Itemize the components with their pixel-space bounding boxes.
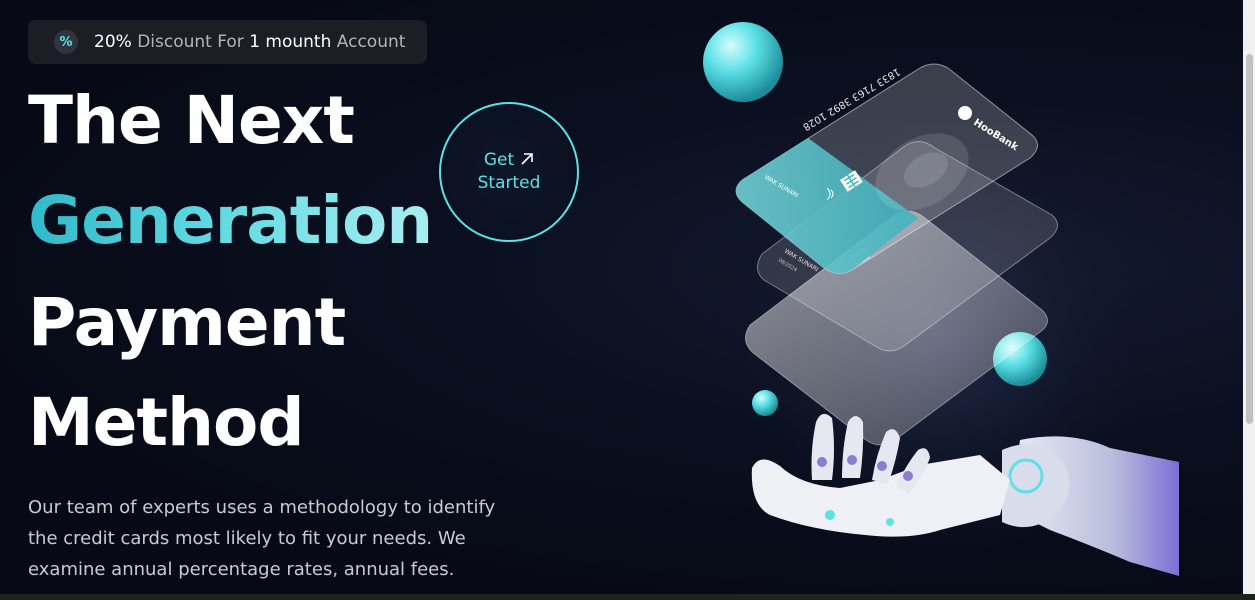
hero-title-line-4: Method — [28, 384, 305, 461]
discount-banner: % 20% Discount For 1 mounth Account — [28, 20, 427, 64]
discount-percent: 20% — [94, 32, 132, 52]
get-started-label-1: Get — [483, 150, 515, 170]
sphere-small — [752, 390, 778, 416]
bottom-strip — [0, 594, 1255, 600]
get-started-button[interactable]: Get Started — [439, 102, 579, 242]
hero-title-line-3: Payment — [28, 284, 346, 361]
get-started-label-2: Started — [477, 173, 541, 193]
hero-illustration: WAK SUNARI 08/2024 1833 7163 3892 1028 H… — [703, 22, 1179, 580]
discount-duration: 1 mounth — [249, 32, 332, 52]
percent-icon: % — [54, 30, 78, 54]
discount-text: 20% Discount For 1 mounth Account — [94, 32, 405, 52]
vertical-scrollbar[interactable] — [1243, 0, 1255, 594]
hero-description: Our team of experts uses a methodology t… — [28, 497, 496, 580]
hero-title-line-1: The Next — [28, 82, 355, 159]
hero-title-line-2: Generation — [28, 182, 433, 259]
scrollbar-thumb[interactable] — [1246, 54, 1253, 424]
sphere-large — [703, 22, 783, 102]
discount-middle: Discount For — [131, 32, 250, 52]
hero-section: % 20% Discount For 1 mounth Account The … — [0, 0, 1243, 594]
arrow-up-right-icon — [520, 149, 534, 172]
discount-end: Account — [331, 32, 406, 52]
